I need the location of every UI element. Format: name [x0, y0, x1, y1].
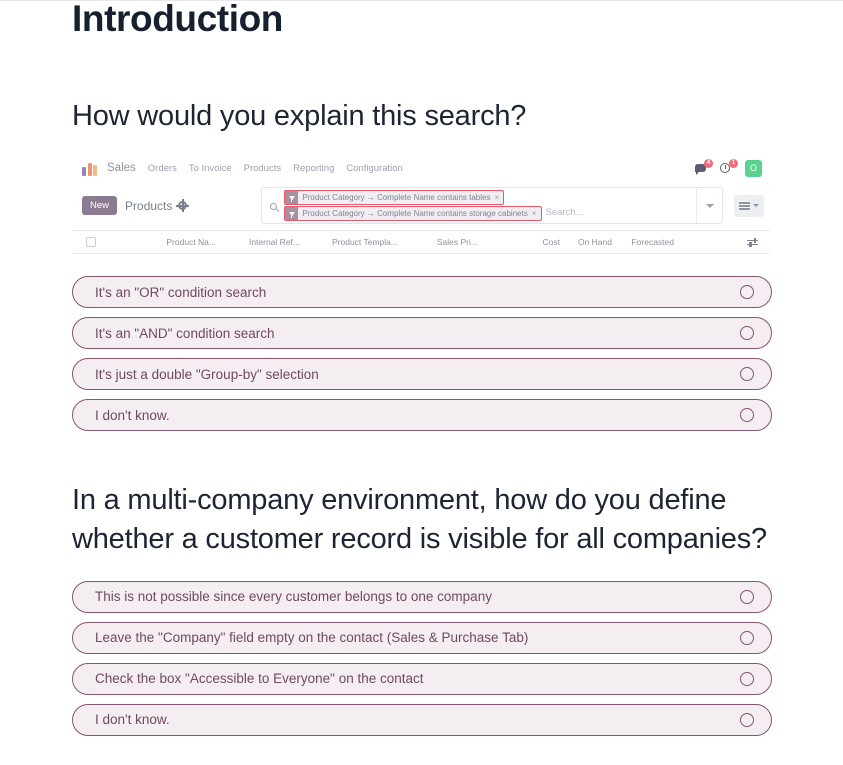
odoo-app-name: Sales — [107, 162, 136, 175]
search-facet[interactable]: Product Category → Complete Name contain… — [284, 206, 542, 222]
odoo-menu-configuration[interactable]: Configuration — [346, 163, 403, 174]
odoo-menu-products[interactable]: Products — [244, 163, 282, 174]
column-header-internal-ref[interactable]: Internal Ref... — [216, 237, 300, 247]
odoo-navbar: Sales Orders To Invoice Products Reporti… — [72, 155, 770, 181]
column-header-product-name[interactable]: Product Na... — [96, 237, 216, 247]
odoo-menu-reporting[interactable]: Reporting — [293, 163, 334, 174]
magnifier-icon — [262, 188, 284, 223]
gear-icon[interactable] — [176, 199, 190, 213]
answer-option-label: I don't know. — [95, 407, 170, 423]
question-block-2: In a multi-company environment, how do y… — [72, 481, 772, 736]
column-header-product-template[interactable]: Product Templa... — [300, 237, 398, 247]
answer-option[interactable]: Check the box "Accessible to Everyone" o… — [72, 662, 772, 695]
answer-options-2: This is not possible since every custome… — [72, 580, 772, 736]
breadcrumb[interactable]: Products — [125, 199, 172, 213]
radio-button[interactable] — [740, 589, 754, 604]
odoo-control-panel: New Products Product Category → Complete… — [72, 181, 770, 230]
radio-button[interactable] — [740, 630, 754, 645]
answer-option-label: It's an "AND" condition search — [95, 325, 275, 341]
clock-icon[interactable]: 1 — [720, 158, 738, 176]
odoo-systray: 4 1 O — [695, 158, 764, 177]
odoo-menu-to-invoice[interactable]: To Invoice — [189, 163, 232, 174]
facet-remove-icon[interactable]: × — [532, 207, 541, 220]
answer-option[interactable]: It's an "OR" condition search — [72, 276, 772, 309]
answer-option-label: Check the box "Accessible to Everyone" o… — [95, 671, 424, 687]
chevron-down-icon — [705, 203, 714, 208]
column-header-cost[interactable]: Cost — [478, 237, 560, 247]
column-header-on-hand[interactable]: On Hand — [560, 237, 612, 247]
odoo-menu-orders[interactable]: Orders — [148, 163, 177, 174]
question-2-heading: In a multi-company environment, how do y… — [72, 484, 767, 555]
answer-option-label: It's just a double "Group-by" selection — [95, 366, 319, 382]
column-header-sales-price[interactable]: Sales Pri... — [398, 237, 478, 247]
page-title: Introduction — [72, 0, 283, 39]
answer-option[interactable]: This is not possible since every custome… — [72, 580, 772, 613]
answer-options-1: It's an "OR" condition search It's an "A… — [72, 276, 772, 432]
answer-option-label: I don't know. — [95, 712, 170, 728]
question-1-heading: How would you explain this search? — [72, 99, 527, 132]
radio-button[interactable] — [740, 671, 754, 686]
filter-funnel-icon — [285, 191, 299, 205]
sliders-icon[interactable] — [747, 237, 758, 248]
facet-remove-icon[interactable]: × — [494, 191, 503, 204]
odoo-screenshot-image: Sales Orders To Invoice Products Reporti… — [72, 155, 770, 255]
answer-option[interactable]: It's just a double "Group-by" selection — [72, 358, 772, 391]
answer-option-label: This is not possible since every custome… — [95, 589, 492, 605]
radio-button[interactable] — [740, 367, 754, 382]
answer-option-label: It's an "OR" condition search — [95, 284, 267, 300]
answer-option[interactable]: Leave the "Company" field empty on the c… — [72, 621, 772, 654]
new-button[interactable]: New — [82, 196, 118, 216]
filter-funnel-icon — [285, 207, 299, 221]
question-block-1: How would you explain this search? Sales… — [72, 97, 772, 432]
facet-row: Product Category → Complete Name contain… — [284, 190, 696, 206]
messages-badge: 4 — [704, 158, 713, 168]
answer-option[interactable]: I don't know. — [72, 703, 772, 736]
activities-badge: 1 — [729, 158, 738, 168]
answer-option[interactable]: I don't know. — [72, 399, 772, 432]
search-facet[interactable]: Product Category → Complete Name contain… — [284, 190, 505, 206]
odoo-bars-logo-icon — [82, 161, 98, 176]
facet-row: Product Category → Complete Name contain… — [284, 206, 696, 222]
column-header-forecasted[interactable]: Forecasted — [612, 237, 674, 247]
answer-option[interactable]: It's an "AND" condition search — [72, 317, 772, 350]
facet-label: Product Category → Complete Name contain… — [302, 193, 491, 203]
chevron-down-icon — [753, 204, 759, 208]
avatar[interactable]: O — [745, 159, 762, 177]
view-switcher[interactable] — [734, 194, 764, 217]
chat-bubble-icon[interactable]: 4 — [695, 158, 713, 176]
list-view-icon — [739, 201, 750, 211]
facet-label: Product Category → Complete Name contain… — [302, 209, 528, 219]
quiz-page: Introduction How would you explain this … — [72, 0, 772, 745]
search-bar[interactable]: Product Category → Complete Name contain… — [261, 187, 723, 225]
radio-button[interactable] — [740, 408, 754, 423]
odoo-list-header: Product Na... Internal Ref... Product Te… — [72, 230, 770, 255]
search-dropdown-toggle[interactable] — [696, 188, 722, 224]
checkbox-icon[interactable] — [86, 237, 96, 248]
search-input[interactable]: Search... — [542, 206, 584, 221]
radio-button[interactable] — [740, 326, 754, 341]
radio-button[interactable] — [740, 285, 754, 300]
search-facets: Product Category → Complete Name contain… — [284, 188, 696, 223]
radio-button[interactable] — [740, 712, 754, 727]
answer-option-label: Leave the "Company" field empty on the c… — [95, 630, 529, 646]
